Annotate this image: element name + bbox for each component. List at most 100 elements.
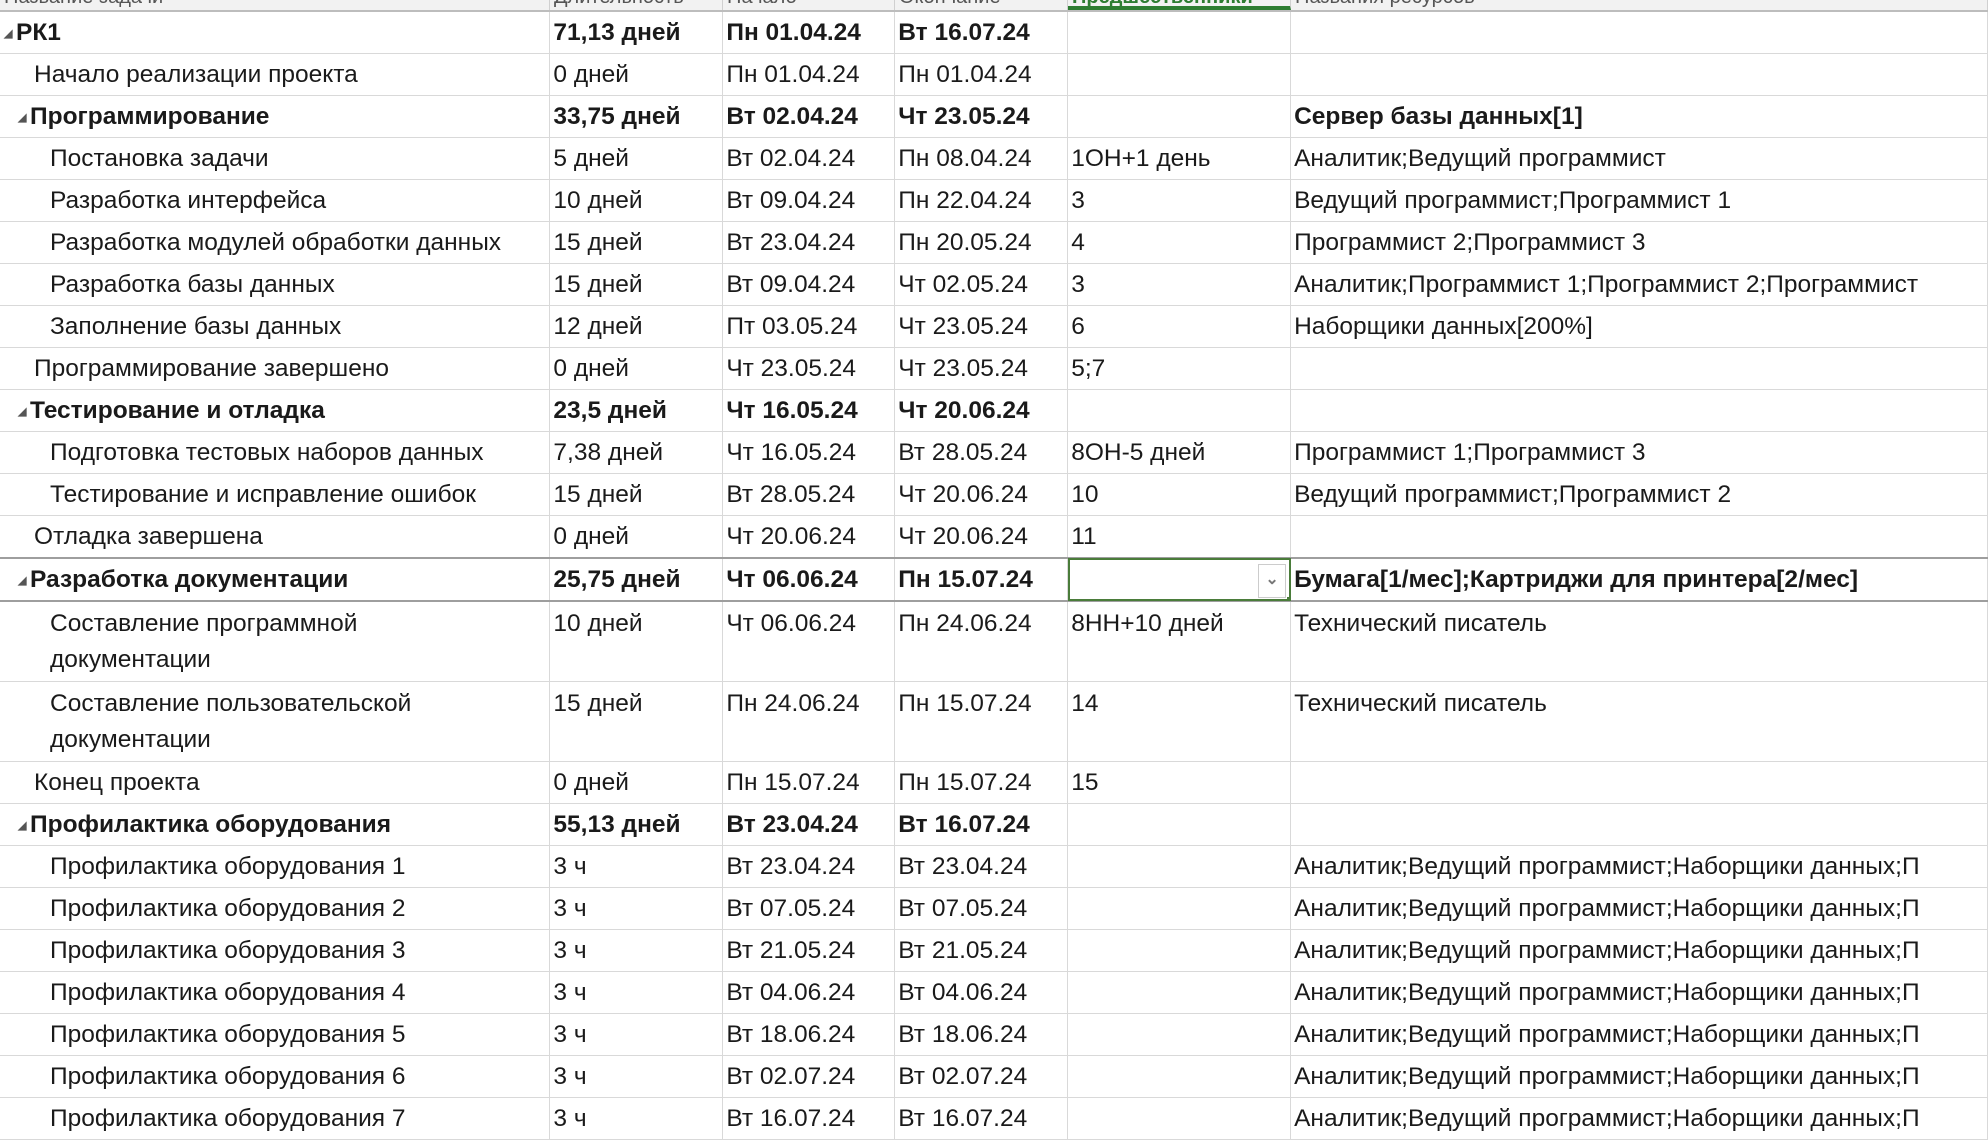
- predecessors-cell[interactable]: 8НН+10 дней: [1067, 601, 1292, 682]
- task-row[interactable]: Заполнение базы данных 12 дней Пт 03.05.24…: [0, 305, 1988, 348]
- finish-cell[interactable]: Чт 02.05.24: [894, 263, 1069, 306]
- task-row[interactable]: ◢ Программирование 33,75 дней Вт 02.04.24 Чт…: [0, 95, 1988, 138]
- start-cell[interactable]: Чт 16.05.24: [722, 431, 896, 474]
- start-cell[interactable]: Вт 02.07.24: [722, 1055, 896, 1098]
- start-cell[interactable]: Пн 24.06.24: [722, 681, 896, 762]
- task-row[interactable]: Профилактика оборудования 6 3 ч Вт 02.07.2…: [0, 1055, 1988, 1098]
- task-row[interactable]: Начало реализации проекта 0 дней Пн 01.04.…: [0, 53, 1988, 96]
- finish-cell[interactable]: Вт 02.07.24: [894, 1055, 1069, 1098]
- predecessors-cell[interactable]: 10: [1067, 473, 1292, 516]
- duration-cell[interactable]: 10 дней: [549, 601, 724, 682]
- task-row[interactable]: Составление пользовательской документаци…: [0, 681, 1988, 762]
- column-header[interactable]: Название задачи: [0, 0, 550, 10]
- predecessors-cell[interactable]: 14: [1067, 681, 1292, 762]
- duration-cell[interactable]: 0 дней: [549, 53, 724, 96]
- finish-cell[interactable]: Пн 24.06.24: [894, 601, 1069, 682]
- resources-cell[interactable]: Аналитик;Ведущий программист;Наборщики д…: [1290, 845, 1988, 888]
- predecessors-cell[interactable]: 3: [1067, 263, 1292, 306]
- task-name-cell[interactable]: ◢ Разработка документации: [0, 557, 551, 602]
- task-row[interactable]: ◢ Разработка документации 25,75 дней Чт 06.…: [0, 557, 1988, 602]
- predecessors-cell[interactable]: ⌄: [1067, 557, 1292, 602]
- duration-cell[interactable]: 3 ч: [549, 1013, 724, 1056]
- task-name-cell[interactable]: Подготовка тестовых наборов данных: [0, 431, 551, 474]
- predecessors-cell[interactable]: 15: [1067, 761, 1292, 804]
- finish-cell[interactable]: Чт 20.06.24: [894, 473, 1069, 516]
- task-name-cell[interactable]: Профилактика оборудования 3: [0, 929, 551, 972]
- resources-cell[interactable]: Программист 2;Программист 3: [1290, 221, 1988, 264]
- collapse-triangle-icon[interactable]: ◢: [18, 819, 30, 832]
- duration-cell[interactable]: 0 дней: [549, 347, 724, 390]
- start-cell[interactable]: Чт 06.06.24: [722, 557, 896, 602]
- start-cell[interactable]: Вт 16.07.24: [722, 1097, 896, 1140]
- resources-cell[interactable]: Ведущий программист;Программист 2: [1290, 473, 1988, 516]
- start-cell[interactable]: Пт 03.05.24: [722, 305, 896, 348]
- task-name-cell[interactable]: Постановка задачи: [0, 137, 551, 180]
- column-header[interactable]: Названия ресурсов: [1291, 0, 1988, 10]
- start-cell[interactable]: Вт 23.04.24: [722, 845, 896, 888]
- finish-cell[interactable]: Вт 18.06.24: [894, 1013, 1069, 1056]
- resources-cell[interactable]: [1290, 53, 1988, 96]
- task-row[interactable]: Постановка задачи 5 дней Вт 02.04.24 Пн 08.…: [0, 137, 1988, 180]
- finish-cell[interactable]: Вт 16.07.24: [894, 1097, 1069, 1140]
- predecessors-cell[interactable]: [1067, 1055, 1292, 1098]
- finish-cell[interactable]: Пн 15.07.24: [894, 681, 1069, 762]
- task-row[interactable]: Профилактика оборудования 5 3 ч Вт 18.06.2…: [0, 1013, 1988, 1056]
- start-cell[interactable]: Пн 01.04.24: [722, 53, 896, 96]
- finish-cell[interactable]: Вт 16.07.24: [894, 803, 1069, 846]
- predecessors-cell[interactable]: 11: [1067, 515, 1292, 559]
- predecessors-cell[interactable]: 5;7: [1067, 347, 1292, 390]
- start-cell[interactable]: Вт 23.04.24: [722, 221, 896, 264]
- finish-cell[interactable]: Вт 16.07.24: [894, 12, 1069, 54]
- resources-cell[interactable]: Наборщики данных[200%]: [1290, 305, 1988, 348]
- task-name-cell[interactable]: Конец проекта: [0, 761, 551, 804]
- task-name-cell[interactable]: Профилактика оборудования 2: [0, 887, 551, 930]
- task-row[interactable]: Составление программной документации 10 д…: [0, 601, 1988, 682]
- task-name-cell[interactable]: Начало реализации проекта: [0, 53, 551, 96]
- resources-cell[interactable]: [1290, 515, 1988, 559]
- predecessors-cell[interactable]: [1067, 971, 1292, 1014]
- start-cell[interactable]: Вт 09.04.24: [722, 179, 896, 222]
- task-row[interactable]: Профилактика оборудования 4 3 ч Вт 04.06.2…: [0, 971, 1988, 1014]
- duration-cell[interactable]: 10 дней: [549, 179, 724, 222]
- task-row[interactable]: Профилактика оборудования 3 3 ч Вт 21.05.2…: [0, 929, 1988, 972]
- resources-cell[interactable]: Аналитик;Ведущий программист;Наборщики д…: [1290, 971, 1988, 1014]
- finish-cell[interactable]: Чт 20.06.24: [894, 389, 1069, 432]
- resources-cell[interactable]: Аналитик;Ведущий программист: [1290, 137, 1988, 180]
- predecessors-cell[interactable]: 8ОН-5 дней: [1067, 431, 1292, 474]
- resources-cell[interactable]: [1290, 761, 1988, 804]
- resources-cell[interactable]: [1290, 347, 1988, 390]
- duration-cell[interactable]: 3 ч: [549, 1055, 724, 1098]
- task-row[interactable]: ◢ Тестирование и отладка 23,5 дней Чт 16.05…: [0, 389, 1988, 432]
- duration-cell[interactable]: 25,75 дней: [549, 557, 724, 602]
- collapse-triangle-icon[interactable]: ◢: [4, 27, 16, 40]
- resources-cell[interactable]: Сервер базы данных[1]: [1290, 95, 1988, 138]
- task-name-cell[interactable]: Тестирование и исправление ошибок: [0, 473, 551, 516]
- resources-cell[interactable]: Бумага[1/мес];Картриджи для принтера[2/м…: [1290, 557, 1988, 602]
- start-cell[interactable]: Чт 23.05.24: [722, 347, 896, 390]
- task-name-cell[interactable]: Профилактика оборудования 7: [0, 1097, 551, 1140]
- resources-cell[interactable]: Ведущий программист;Программист 1: [1290, 179, 1988, 222]
- predecessors-cell[interactable]: [1067, 845, 1292, 888]
- task-row[interactable]: Профилактика оборудования 7 3 ч Вт 16.07.2…: [0, 1097, 1988, 1140]
- resources-cell[interactable]: Аналитик;Ведущий программист;Наборщики д…: [1290, 1013, 1988, 1056]
- task-name-cell[interactable]: ◢ Тестирование и отладка: [0, 389, 551, 432]
- task-row[interactable]: Тестирование и исправление ошибок 15 дней…: [0, 473, 1988, 516]
- column-header[interactable]: Окончание: [895, 0, 1068, 10]
- duration-cell[interactable]: 3 ч: [549, 929, 724, 972]
- collapse-triangle-icon[interactable]: ◢: [18, 574, 30, 587]
- task-name-cell[interactable]: ◢ РК1: [0, 12, 551, 54]
- resources-cell[interactable]: [1290, 12, 1988, 54]
- task-name-cell[interactable]: Заполнение базы данных: [0, 305, 551, 348]
- finish-cell[interactable]: Чт 23.05.24: [894, 305, 1069, 348]
- dropdown-chevron-icon[interactable]: ⌄: [1258, 564, 1287, 598]
- finish-cell[interactable]: Пн 22.04.24: [894, 179, 1069, 222]
- resources-cell[interactable]: Аналитик;Программист 1;Программист 2;Про…: [1290, 263, 1988, 306]
- resources-cell[interactable]: Технический писатель: [1290, 681, 1988, 762]
- duration-cell[interactable]: 0 дней: [549, 515, 724, 559]
- duration-cell[interactable]: 7,38 дней: [549, 431, 724, 474]
- task-name-cell[interactable]: Программирование завершено: [0, 347, 551, 390]
- task-name-cell[interactable]: Составление программной документации: [0, 601, 551, 682]
- task-name-cell[interactable]: Разработка интерфейса: [0, 179, 551, 222]
- start-cell[interactable]: Вт 21.05.24: [722, 929, 896, 972]
- resources-cell[interactable]: Технический писатель: [1290, 601, 1988, 682]
